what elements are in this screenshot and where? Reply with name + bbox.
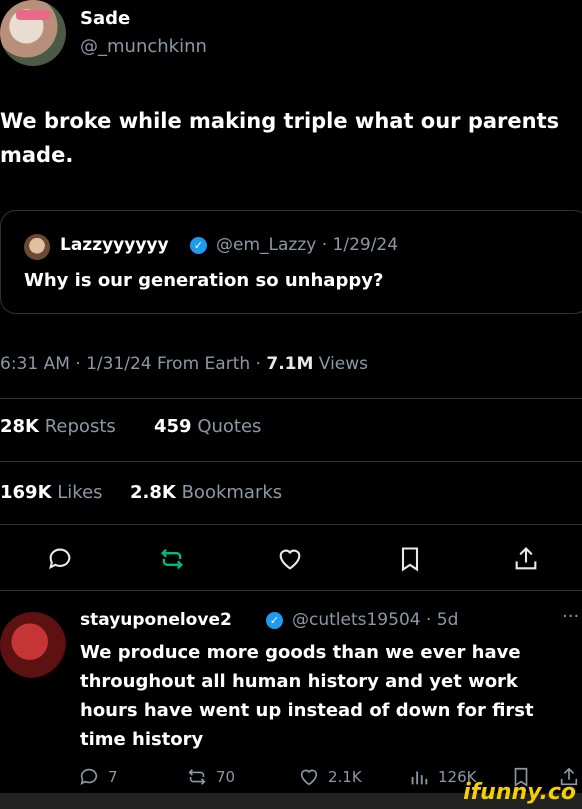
heart-icon — [279, 549, 301, 570]
quoted-author-avatar — [24, 234, 50, 260]
share-button[interactable] — [512, 545, 540, 577]
quoted-tweet-card[interactable] — [0, 210, 582, 314]
reply-icon — [80, 768, 98, 785]
likes-label: Likes — [57, 482, 103, 503]
more-options-icon[interactable]: ··· — [562, 606, 579, 627]
verified-badge-icon: ✓ — [190, 237, 207, 254]
reposts-count: 28K — [0, 416, 39, 437]
heart-icon — [300, 769, 318, 786]
tweet-meta: 6:31 AM · 1/31/24 From Earth · 7.1M View… — [0, 354, 368, 374]
author-handle[interactable]: @_munchkinn — [80, 36, 207, 57]
quoted-author-handle: @em_Lazzy · 1/29/24 — [216, 235, 399, 255]
reply-text: We produce more goods than we ever have … — [80, 642, 534, 750]
divider — [0, 398, 582, 399]
author-avatar[interactable] — [0, 0, 66, 66]
like-count: 2.1K — [328, 768, 362, 786]
quotes-label: Quotes — [197, 416, 262, 437]
divider — [0, 461, 582, 462]
reply-icon — [49, 548, 71, 570]
quoted-author-name: Lazzyyyyyy — [60, 235, 169, 255]
views-count: 7.1M — [266, 354, 314, 374]
reply-button[interactable] — [46, 545, 74, 577]
bookmarks-stat[interactable]: 2.8K Bookmarks — [130, 482, 282, 503]
tweet-text: We broke while making triple what our pa… — [0, 109, 560, 167]
reply-repost-button[interactable]: 70 — [186, 766, 235, 788]
views-label: Views — [313, 354, 369, 374]
quotes-stat[interactable]: 459 Quotes — [154, 416, 261, 437]
reply-reply-button[interactable]: 7 — [78, 766, 118, 788]
ifunny-watermark: ifunny.co — [463, 780, 576, 805]
bookmark-icon — [401, 547, 419, 572]
author-name[interactable]: Sade — [80, 8, 130, 29]
repost-button[interactable] — [158, 545, 186, 577]
bookmarks-count: 2.8K — [130, 482, 176, 503]
verified-badge-icon: ✓ — [266, 612, 283, 629]
reposts-label: Reposts — [44, 416, 116, 437]
reply-author-avatar[interactable] — [0, 612, 66, 678]
repost-count: 70 — [216, 768, 236, 786]
quotes-count: 459 — [154, 416, 192, 437]
reply-count: 7 — [108, 768, 118, 786]
views-chart-icon — [411, 771, 428, 785]
like-button[interactable] — [276, 545, 304, 577]
repost-icon — [188, 769, 206, 785]
repost-icon — [161, 548, 183, 570]
bookmark-button[interactable] — [396, 545, 424, 577]
likes-stat[interactable]: 169K Likes — [0, 482, 103, 503]
tweet-timestamp: 6:31 AM · 1/31/24 From Earth · — [0, 354, 267, 374]
bookmarks-label: Bookmarks — [181, 482, 283, 503]
divider — [0, 524, 582, 525]
divider — [0, 590, 582, 591]
reply-like-button[interactable]: 2.1K — [298, 766, 362, 788]
share-icon — [515, 547, 537, 570]
reposts-stat[interactable]: 28K Reposts — [0, 416, 116, 437]
reply-author-name[interactable]: stayuponelove2 — [80, 610, 232, 630]
likes-count: 169K — [0, 482, 52, 503]
reply-author-handle[interactable]: @cutlets19504 · 5d — [292, 610, 458, 630]
quoted-tweet-text: Why is our generation so unhappy? — [24, 270, 384, 291]
